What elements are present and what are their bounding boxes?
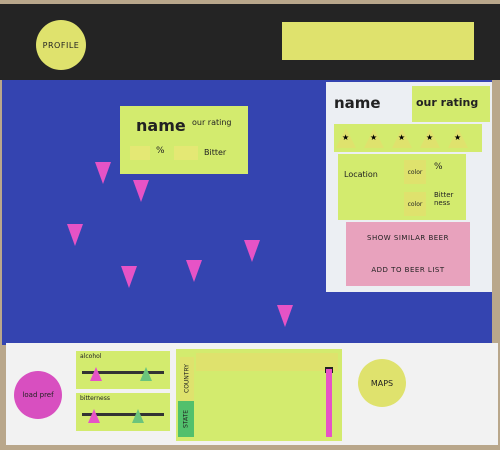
alcohol-label: alcohol (80, 353, 102, 360)
slider-max-handle[interactable] (140, 367, 152, 381)
state-tab[interactable]: STATE (178, 401, 194, 437)
alcohol-slider[interactable]: alcohol (76, 351, 170, 389)
search-input[interactable] (282, 22, 474, 60)
slider-min-handle[interactable] (88, 409, 100, 423)
bitterness-label: Bitter ness (434, 191, 454, 207)
bottom-toolbar: load pref alcohol bitterness COUNTRY STA… (6, 343, 498, 445)
popup-rating-label: our rating (192, 118, 232, 127)
map-pin[interactable] (121, 266, 137, 288)
popup-percent-box (130, 146, 150, 160)
popup-beer-name: name (136, 116, 186, 135)
star-icon[interactable]: ★ (336, 128, 356, 148)
show-similar-button[interactable]: SHOW SIMILAR BEER (346, 222, 470, 254)
star-icon[interactable]: ★ (420, 128, 440, 148)
star-icon[interactable]: ★ (364, 128, 384, 148)
map-pin[interactable] (95, 162, 111, 184)
detail-beer-name: name (334, 94, 381, 112)
beer-detail-panel: name our rating ★ ★ ★ ★ ★ Location color… (326, 82, 492, 292)
map-pin[interactable] (244, 240, 260, 262)
bitterness-slider-label: bitterness (80, 395, 110, 402)
bitterness-slider[interactable]: bitterness (76, 393, 170, 431)
color-swatch: color (404, 160, 426, 184)
color-swatch-2: color (404, 192, 426, 216)
location-scrollbar[interactable] (326, 369, 332, 437)
add-to-list-button[interactable]: ADD TO BEER LIST (346, 254, 470, 286)
map-pin[interactable] (186, 260, 202, 282)
detail-info-card: Location color % color Bitter ness (338, 154, 466, 220)
profile-button[interactable]: PROFILE (36, 20, 86, 70)
slider-max-handle[interactable] (132, 409, 144, 423)
map-pin[interactable] (133, 180, 149, 202)
maps-button[interactable]: MAPS (358, 359, 406, 407)
slider-min-handle[interactable] (90, 367, 102, 381)
location-list-header (196, 353, 338, 371)
map-pin[interactable] (277, 305, 293, 327)
popup-percent-label: % (156, 146, 165, 156)
country-tab[interactable]: COUNTRY (180, 357, 194, 401)
map-popup-card[interactable]: name our rating % Bitter (120, 106, 248, 174)
popup-bitter-label: Bitter (204, 148, 227, 157)
map-pin[interactable] (67, 224, 83, 246)
alcohol-percent-label: % (434, 162, 443, 172)
star-icon[interactable]: ★ (392, 128, 412, 148)
popup-bitter-box (174, 146, 198, 160)
load-preferences-button[interactable]: load pref (14, 371, 62, 419)
star-rating[interactable]: ★ ★ ★ ★ ★ (334, 124, 482, 152)
location-filter-card[interactable]: COUNTRY STATE (176, 349, 342, 441)
detail-rating-label: our rating (416, 96, 479, 109)
detail-rating-box: our rating (412, 86, 490, 122)
location-label: Location (344, 170, 378, 179)
star-icon[interactable]: ★ (448, 128, 468, 148)
top-header: PROFILE (0, 4, 500, 80)
